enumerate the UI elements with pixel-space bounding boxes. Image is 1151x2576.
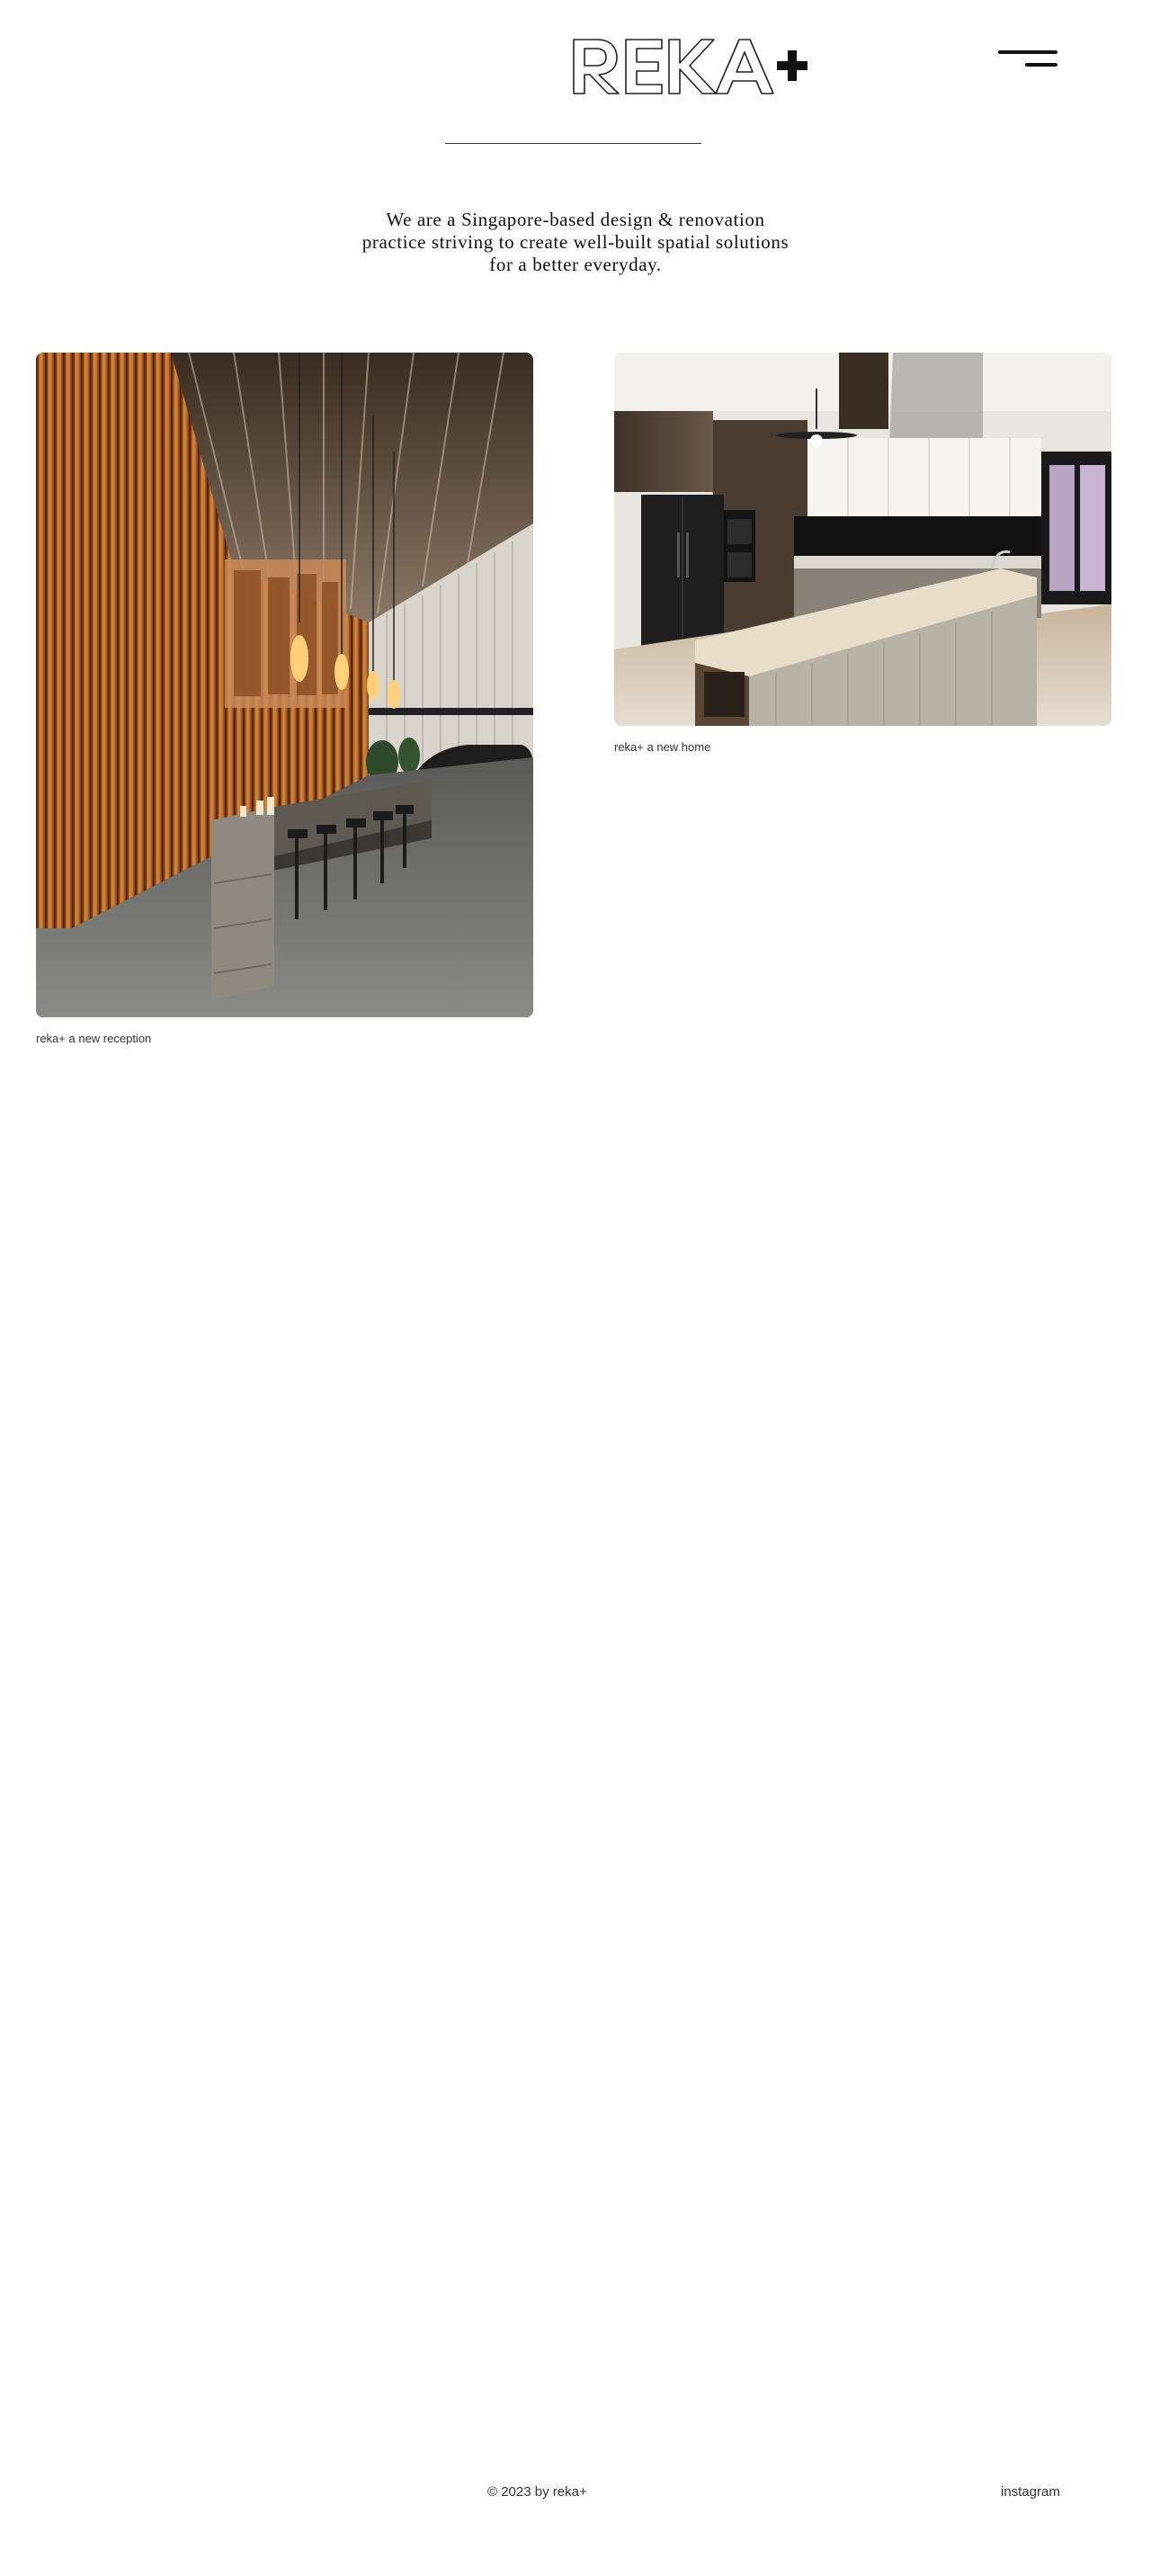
intro-line-3: for a better everyday. xyxy=(489,254,662,275)
project-card-home[interactable]: reka+ a new home xyxy=(614,353,1111,766)
site-logo[interactable] xyxy=(567,32,809,101)
project-card-reception[interactable]: reka+ a new reception xyxy=(36,353,533,1054)
project-caption[interactable]: reka+ a new reception xyxy=(36,1032,151,1045)
site-header xyxy=(0,0,1151,153)
hamburger-menu-icon[interactable] xyxy=(998,45,1061,74)
footer-copyright: © 2023 by reka+ xyxy=(487,2484,587,2500)
kitchen-interior-photo[interactable] xyxy=(614,353,1111,726)
intro-line-2: practice striving to create well-built s… xyxy=(361,231,790,253)
menu-bar-bottom xyxy=(1025,63,1057,67)
project-caption[interactable]: reka+ a new home xyxy=(614,740,710,754)
menu-bar-top xyxy=(998,50,1057,54)
intro-text: We are a Singapore-based design & renova… xyxy=(306,209,845,276)
reception-interior-photo[interactable] xyxy=(36,353,533,1017)
instagram-link[interactable]: instagram xyxy=(1001,2484,1060,2500)
header-divider xyxy=(445,143,701,144)
intro-line-1: We are a Singapore-based design & renova… xyxy=(386,209,765,230)
